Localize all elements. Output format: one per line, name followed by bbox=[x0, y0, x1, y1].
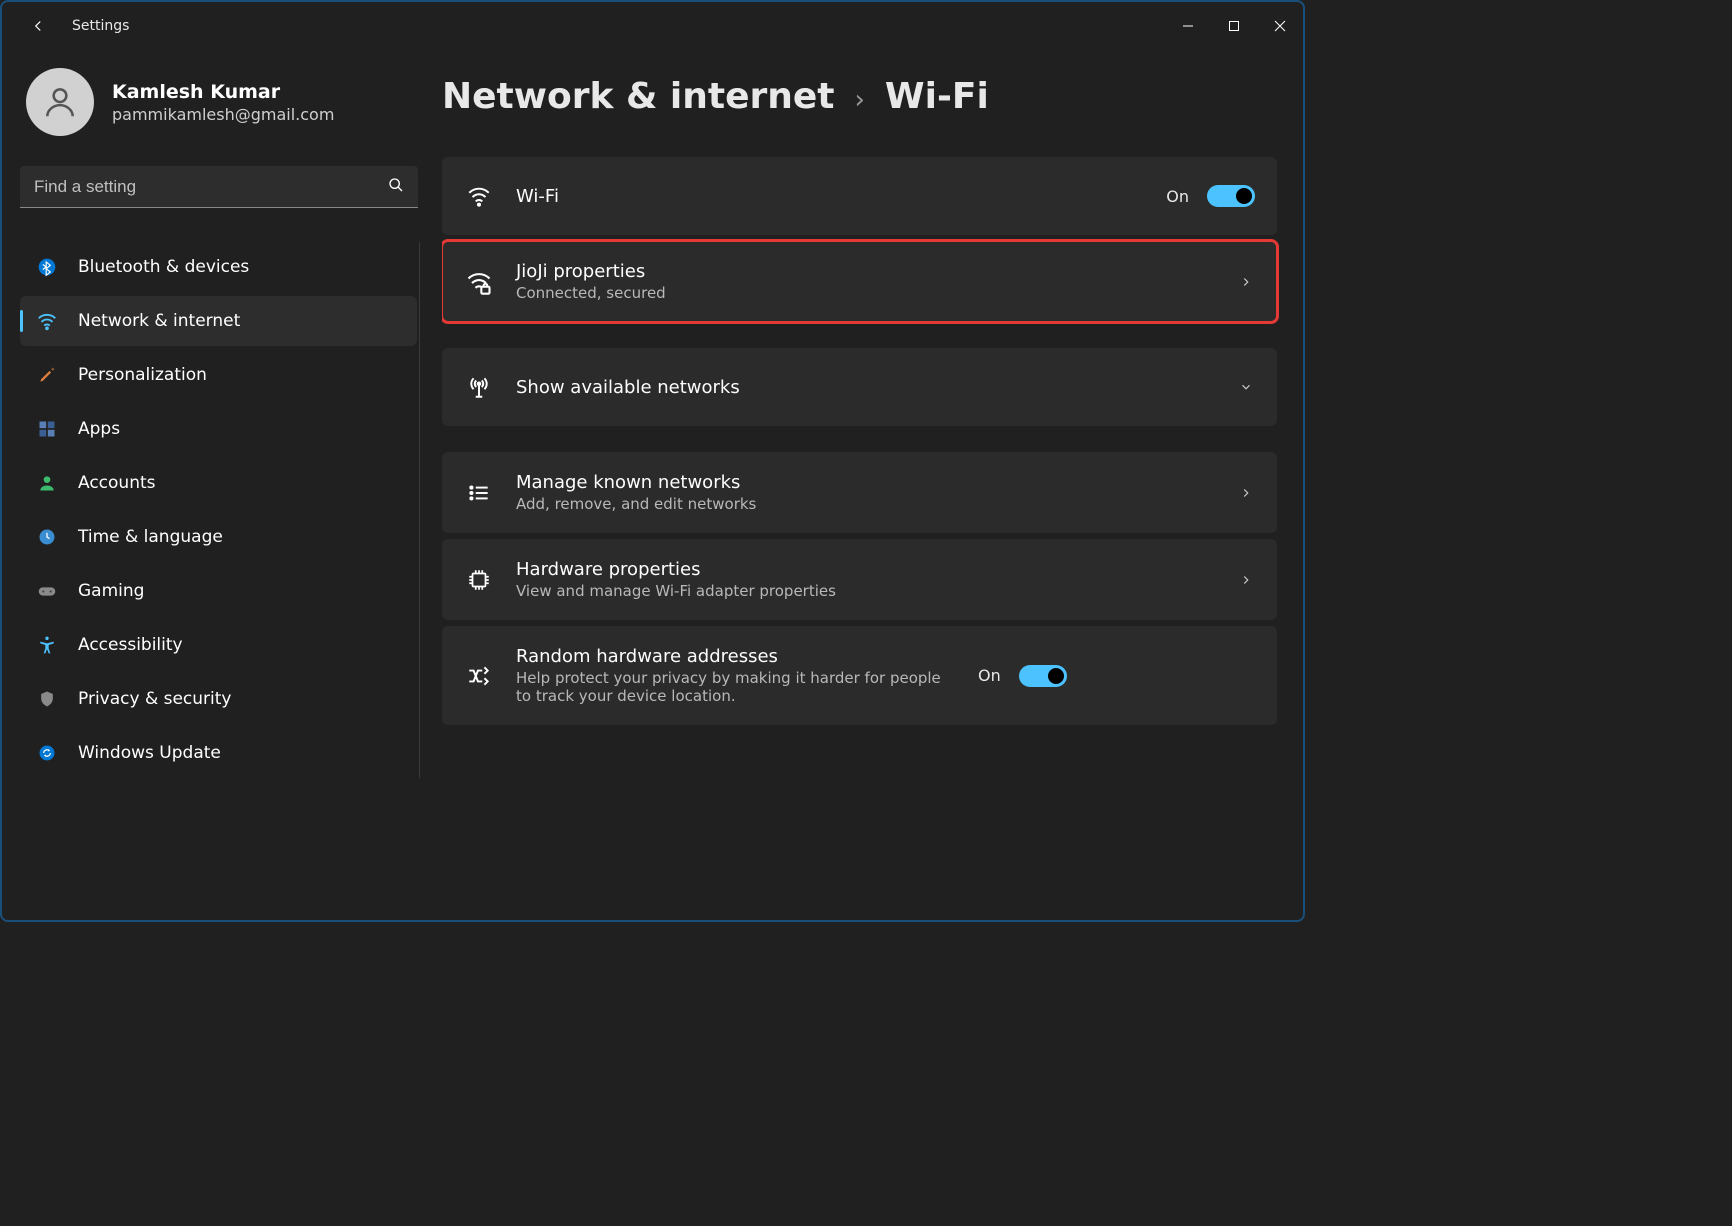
profile-name: Kamlesh Kumar bbox=[112, 81, 334, 103]
card-subtitle: Help protect your privacy by making it h… bbox=[516, 669, 956, 705]
card-title: Wi-Fi bbox=[516, 186, 1144, 207]
sidebar-item-apps[interactable]: Apps bbox=[20, 404, 417, 454]
breadcrumb-parent[interactable]: Network & internet bbox=[442, 76, 835, 117]
chevron-right-icon: › bbox=[855, 85, 865, 115]
sidebar-item-bluetooth[interactable]: Bluetooth & devices bbox=[20, 242, 417, 292]
wifi-lock-icon bbox=[464, 267, 494, 297]
breadcrumb: Network & internet › Wi-Fi bbox=[442, 76, 1277, 117]
toggle-state-label: On bbox=[1166, 187, 1189, 206]
card-title: Show available networks bbox=[516, 377, 1217, 398]
apps-icon bbox=[36, 418, 58, 440]
breadcrumb-current: Wi-Fi bbox=[885, 76, 989, 117]
close-button[interactable] bbox=[1257, 10, 1303, 42]
sidebar-item-label: Bluetooth & devices bbox=[78, 257, 249, 277]
card-title: Hardware properties bbox=[516, 559, 1217, 580]
update-icon bbox=[36, 742, 58, 764]
shuffle-icon bbox=[464, 661, 494, 691]
accessibility-icon bbox=[36, 634, 58, 656]
wifi-icon bbox=[36, 310, 58, 332]
sidebar-item-label: Accounts bbox=[78, 473, 156, 493]
antenna-icon bbox=[464, 372, 494, 402]
sidebar-item-gaming[interactable]: Gaming bbox=[20, 566, 417, 616]
sidebar-item-personalization[interactable]: Personalization bbox=[20, 350, 417, 400]
chevron-right-icon bbox=[1239, 572, 1255, 588]
sidebar-item-update[interactable]: Windows Update bbox=[20, 728, 417, 778]
toggle-state-label: On bbox=[978, 666, 1001, 685]
profile-email: pammikamlesh@gmail.com bbox=[112, 105, 334, 124]
sidebar-item-label: Personalization bbox=[78, 365, 207, 385]
hardware-properties-card[interactable]: Hardware properties View and manage Wi-F… bbox=[442, 539, 1277, 620]
clock-icon bbox=[36, 526, 58, 548]
wifi-icon bbox=[464, 181, 494, 211]
search-input[interactable] bbox=[20, 166, 418, 208]
window-title: Settings bbox=[72, 18, 129, 34]
chip-icon bbox=[464, 565, 494, 595]
chevron-right-icon bbox=[1239, 485, 1255, 501]
shield-icon bbox=[36, 688, 58, 710]
wifi-toggle[interactable] bbox=[1207, 185, 1255, 207]
person-icon bbox=[36, 472, 58, 494]
sidebar-item-label: Accessibility bbox=[78, 635, 183, 655]
sidebar-item-label: Gaming bbox=[78, 581, 144, 601]
random-addresses-card[interactable]: Random hardware addresses Help protect y… bbox=[442, 626, 1277, 725]
available-networks-card[interactable]: Show available networks bbox=[442, 348, 1277, 426]
sidebar-item-label: Time & language bbox=[78, 527, 223, 547]
avatar bbox=[26, 68, 94, 136]
sidebar-item-accessibility[interactable]: Accessibility bbox=[20, 620, 417, 670]
back-button[interactable] bbox=[20, 8, 56, 44]
wifi-properties-card[interactable]: JioJi properties Connected, secured bbox=[442, 241, 1277, 322]
sidebar-item-privacy[interactable]: Privacy & security bbox=[20, 674, 417, 724]
sidebar-item-network[interactable]: Network & internet bbox=[20, 296, 417, 346]
brush-icon bbox=[36, 364, 58, 386]
sidebar-item-accounts[interactable]: Accounts bbox=[20, 458, 417, 508]
sidebar-item-label: Privacy & security bbox=[78, 689, 232, 709]
known-networks-card[interactable]: Manage known networks Add, remove, and e… bbox=[442, 452, 1277, 533]
card-title: Random hardware addresses bbox=[516, 646, 956, 667]
user-profile[interactable]: Kamlesh Kumar pammikamlesh@gmail.com bbox=[20, 68, 430, 136]
gamepad-icon bbox=[36, 580, 58, 602]
chevron-down-icon bbox=[1239, 379, 1255, 395]
minimize-button[interactable] bbox=[1165, 10, 1211, 42]
search-icon bbox=[388, 177, 404, 197]
card-title: JioJi properties bbox=[516, 261, 1217, 282]
wifi-toggle-card[interactable]: Wi-Fi On bbox=[442, 157, 1277, 235]
card-subtitle: Add, remove, and edit networks bbox=[516, 495, 1217, 513]
bluetooth-icon bbox=[36, 256, 58, 278]
maximize-button[interactable] bbox=[1211, 10, 1257, 42]
random-addresses-toggle[interactable] bbox=[1019, 665, 1067, 687]
sidebar-item-time[interactable]: Time & language bbox=[20, 512, 417, 562]
sidebar-item-label: Windows Update bbox=[78, 743, 221, 763]
list-icon bbox=[464, 478, 494, 508]
card-title: Manage known networks bbox=[516, 472, 1217, 493]
sidebar-item-label: Network & internet bbox=[78, 311, 240, 331]
card-subtitle: View and manage Wi-Fi adapter properties bbox=[516, 582, 1217, 600]
card-subtitle: Connected, secured bbox=[516, 284, 1217, 302]
chevron-right-icon bbox=[1239, 274, 1255, 290]
sidebar-item-label: Apps bbox=[78, 419, 120, 439]
